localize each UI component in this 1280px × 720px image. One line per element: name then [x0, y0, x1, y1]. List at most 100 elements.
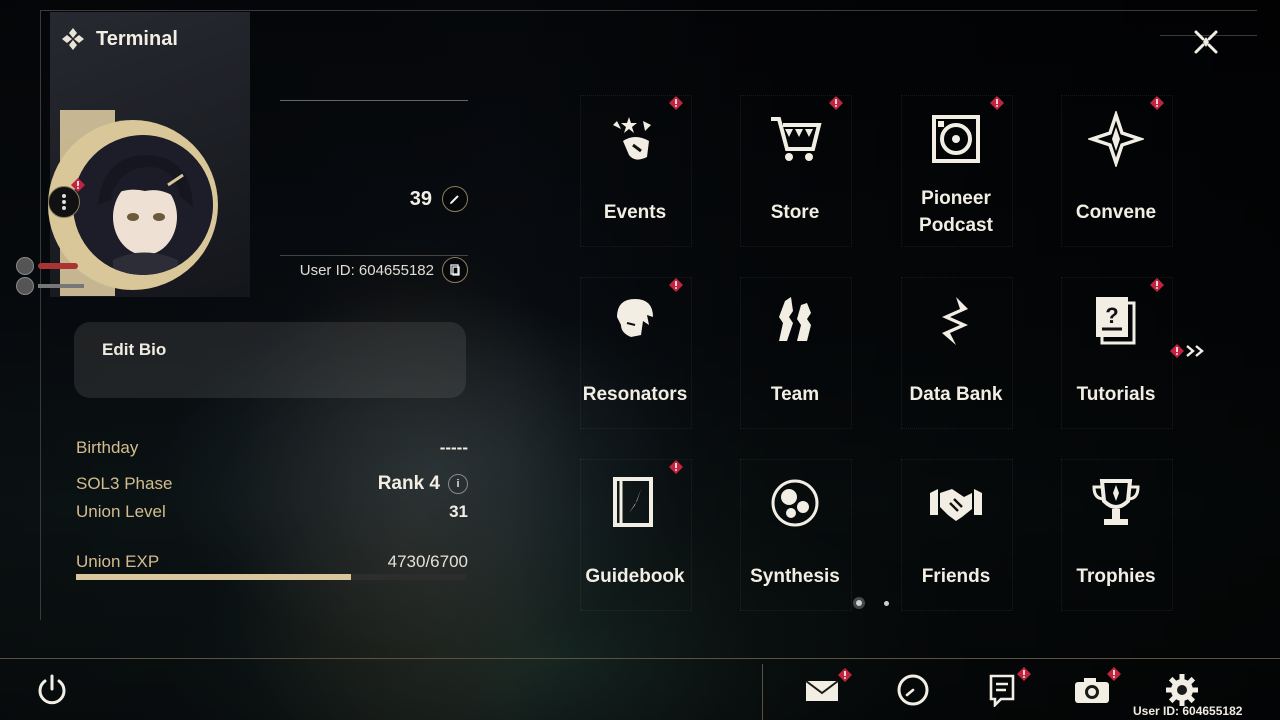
union-exp-fill: [76, 574, 352, 580]
status-bar: [38, 263, 78, 269]
menu-item-label: Synthesis: [750, 566, 840, 587]
name-divider: [280, 100, 468, 101]
close-icon: [1194, 30, 1218, 54]
mail-alert-badge: [838, 668, 852, 682]
union-exp-label: Union EXP: [76, 552, 160, 571]
menu-item-tutorials[interactable]: ? Tutorials: [1061, 277, 1173, 429]
page-dot-2[interactable]: [884, 600, 889, 606]
trophy-icon: [1092, 479, 1140, 525]
menu-item-label: Events: [603, 202, 667, 223]
edit-bio-box[interactable]: Edit Bio: [74, 322, 466, 398]
alert-badge-icon: [1150, 96, 1164, 110]
power-button[interactable]: [34, 672, 70, 708]
user-id-row: User ID: 604655182: [280, 255, 468, 284]
birthday-row: Birthday -----: [76, 436, 468, 460]
menu-item-resonators[interactable]: Resonators: [580, 277, 692, 429]
player-level: 39: [409, 187, 432, 210]
bottom-user-id: User ID: 604655182: [1133, 704, 1243, 718]
menu-item-data-bank[interactable]: Data Bank: [901, 277, 1013, 429]
profile-options-button[interactable]: [48, 186, 80, 218]
synthesis-icon: [771, 479, 819, 527]
menu-item-team[interactable]: Team: [740, 277, 852, 429]
bottom-bar-divider: [0, 658, 1280, 659]
alert-badge-icon: [1170, 344, 1184, 358]
alert-badge-icon: [829, 96, 843, 110]
alert-badge-icon: [669, 278, 683, 292]
menu-item-synthesis[interactable]: Synthesis: [740, 459, 852, 611]
page-indicator: [856, 600, 889, 606]
union-exp-value: 4730/6700: [387, 552, 468, 571]
convene-icon: [1088, 111, 1144, 167]
camera-icon: [1075, 678, 1109, 703]
history-button[interactable]: [891, 668, 935, 712]
menu-item-events[interactable]: Events: [580, 95, 692, 247]
avatar[interactable]: [73, 135, 213, 275]
menu-item-guidebook[interactable]: Guidebook: [580, 459, 692, 611]
menu-item-label: Guidebook: [585, 566, 685, 587]
edit-name-button[interactable]: [442, 186, 468, 212]
menu-item-trophies[interactable]: Trophies: [1061, 459, 1173, 611]
notice-alert-badge: [1017, 667, 1031, 681]
birthday-value: -----: [439, 438, 468, 457]
power-icon: [38, 674, 66, 705]
svg-text:?: ?: [1105, 303, 1118, 328]
phase-value: Rank 4: [377, 473, 440, 494]
menu-item-pioneer-podcast[interactable]: Pioneer Podcast: [901, 95, 1013, 247]
frame-line-top: [40, 10, 1257, 11]
union-exp-row: Union EXP 4730/6700: [76, 550, 468, 574]
info-icon[interactable]: i: [448, 474, 468, 494]
status-avatar-icon: [16, 257, 34, 275]
guidebook-icon: [613, 477, 653, 527]
status-avatar-icon: [16, 277, 34, 295]
alert-badge-icon: [669, 96, 683, 110]
resonator-icon: [617, 299, 653, 337]
page-title: Terminal: [96, 27, 178, 50]
bottom-bar-separator: [762, 664, 763, 720]
notice-icon: [989, 674, 1015, 707]
level-row: 39: [280, 185, 468, 213]
phase-row: SOL3 Phase Rank 4 i: [76, 472, 468, 496]
phase-label: SOL3 Phase: [76, 474, 173, 493]
pencil-icon: [450, 195, 459, 204]
events-icon: [613, 117, 651, 160]
copy-icon: [450, 264, 460, 276]
data-bank-icon: [942, 297, 968, 345]
mail-icon: [805, 680, 839, 701]
birthday-label: Birthday: [76, 438, 139, 457]
menu-item-label: Store: [770, 202, 820, 223]
team-icon: [779, 297, 811, 341]
terminal-header: Terminal: [60, 26, 178, 52]
user-id-label: User ID: 604655182: [299, 261, 434, 279]
copy-id-button[interactable]: [442, 257, 468, 283]
menu-item-convene[interactable]: Convene: [1061, 95, 1173, 247]
alert-badge-icon: [669, 460, 683, 474]
cart-icon: [771, 117, 822, 161]
close-button[interactable]: [1186, 22, 1226, 62]
menu-item-label: Data Bank: [909, 384, 1003, 405]
menu-item-label: Resonators: [582, 384, 688, 405]
photo-alert-badge: [1107, 667, 1121, 681]
menu-item-label: Friends: [921, 566, 991, 587]
union-level-label: Union Level: [76, 502, 166, 521]
menu-item-label: Convene: [1075, 202, 1157, 223]
union-level-value: 31: [449, 502, 468, 521]
next-page-button[interactable]: [1170, 340, 1212, 362]
alert-badge-icon: [1150, 278, 1164, 292]
union-level-row: Union Level 31: [76, 500, 468, 524]
page-dot-1[interactable]: [856, 600, 862, 606]
terminal-logo-icon: [62, 28, 84, 50]
settings-icon: [1166, 674, 1198, 706]
side-status-list: [16, 256, 84, 296]
avatar-portrait: [73, 135, 213, 275]
status-text-placeholder: [38, 284, 84, 288]
double-chevron-right-icon: [1186, 345, 1204, 357]
menu-item-friends[interactable]: Friends: [901, 459, 1013, 611]
frame-line-left: [40, 10, 41, 620]
more-vertical-icon: [62, 194, 66, 210]
menu-item-store[interactable]: Store: [740, 95, 852, 247]
edit-bio-label: Edit Bio: [102, 340, 167, 359]
menu-item-label: Tutorials: [1076, 384, 1156, 405]
alert-badge-icon: [990, 96, 1004, 110]
menu-item-label: Pioneer Podcast: [919, 188, 993, 236]
union-exp-bar: [76, 574, 466, 580]
